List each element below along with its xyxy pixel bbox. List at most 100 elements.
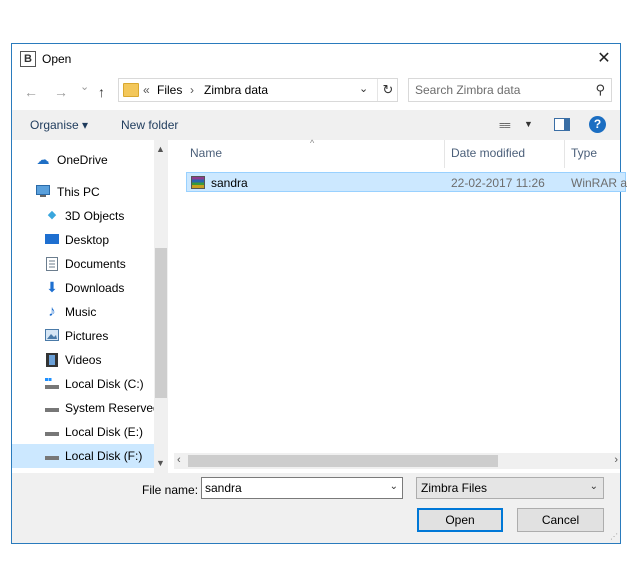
organise-button[interactable]: Organise ▾ xyxy=(30,118,88,132)
search-icon[interactable]: ⚲ xyxy=(595,82,605,98)
window-title: Open xyxy=(42,52,72,66)
system-drive-icon xyxy=(45,377,59,390)
chevron-down-icon[interactable]: ⌄ xyxy=(590,481,598,492)
column-header-type[interactable]: Type xyxy=(571,146,597,168)
scroll-left-icon[interactable]: ‹ xyxy=(177,454,181,466)
file-name-label: File name: xyxy=(142,483,199,497)
cloud-icon: ☁ xyxy=(36,152,50,167)
file-date-modified: 22-02-2017 11:26 xyxy=(451,176,545,190)
music-note-icon: ♪ xyxy=(48,303,56,320)
address-bar[interactable]: « Files › Zimbra data ⌄ ↻ xyxy=(118,78,398,102)
sidebar-item-label: Downloads xyxy=(65,281,125,295)
breadcrumb-files[interactable]: Files xyxy=(157,83,182,97)
sidebar-item-this-pc[interactable]: This PC xyxy=(12,180,154,204)
dialog-footer: File name: ⌄ Zimbra Files ⌄ Open Cancel … xyxy=(12,473,620,543)
address-dropdown-icon[interactable]: ⌄ xyxy=(359,82,368,95)
documents-icon xyxy=(45,257,59,271)
film-icon xyxy=(45,353,59,367)
app-icon: B xyxy=(20,51,36,67)
scroll-down-icon[interactable]: ▼ xyxy=(156,458,165,468)
command-bar: Organise ▾ New folder ≡≡ ▼ ? xyxy=(12,110,620,141)
search-box[interactable]: ⚲ xyxy=(408,78,612,102)
file-type-select[interactable]: Zimbra Files ⌄ xyxy=(416,477,604,499)
chevron-down-icon[interactable]: ⌄ xyxy=(390,481,398,492)
sidebar-item-onedrive[interactable]: ☁ OneDrive xyxy=(12,148,154,172)
column-divider[interactable] xyxy=(444,140,445,168)
refresh-icon[interactable]: ↻ xyxy=(377,79,398,101)
file-name: sandra xyxy=(211,176,248,190)
sidebar-item-local-disk-c[interactable]: Local Disk (C:) xyxy=(12,372,154,396)
sidebar-item-downloads[interactable]: ⬇ Downloads xyxy=(12,276,154,300)
sidebar-item-label: System Reserved xyxy=(65,401,160,415)
winrar-archive-icon xyxy=(191,176,205,189)
sidebar-item-label: This PC xyxy=(57,185,100,199)
sidebar-item-label: Local Disk (E:) xyxy=(65,425,144,439)
new-folder-button[interactable]: New folder xyxy=(121,118,178,132)
cube-icon: ◆ xyxy=(47,209,57,221)
scrollbar-thumb[interactable] xyxy=(188,455,498,467)
forward-arrow-icon[interactable]: → xyxy=(54,84,68,100)
drive-icon xyxy=(45,449,59,462)
drive-icon xyxy=(45,401,59,414)
computer-icon xyxy=(36,185,50,198)
pictures-icon xyxy=(45,329,59,342)
cancel-button[interactable]: Cancel xyxy=(517,508,604,532)
sidebar-item-label: Local Disk (C:) xyxy=(65,377,144,391)
up-arrow-icon[interactable]: ↑ xyxy=(98,84,105,100)
sidebar-item-pictures[interactable]: Pictures xyxy=(12,324,154,348)
scrollbar-thumb[interactable] xyxy=(155,248,167,398)
sidebar-item-label: Local Disk (F:) xyxy=(65,449,143,463)
sidebar-item-label: Videos xyxy=(65,353,102,367)
download-arrow-icon: ⬇ xyxy=(46,279,58,295)
sidebar-item-videos[interactable]: Videos xyxy=(12,348,154,372)
sidebar-item-label: Music xyxy=(65,305,97,319)
breadcrumb-zimbra-data[interactable]: Zimbra data xyxy=(204,83,268,97)
title-bar: B Open ✕ xyxy=(12,44,620,74)
sidebar-item-documents[interactable]: Documents xyxy=(12,252,154,276)
column-header-date-modified[interactable]: Date modified xyxy=(451,146,525,168)
scroll-up-icon[interactable]: ▲ xyxy=(156,144,165,154)
sidebar-item-music[interactable]: ♪ Music xyxy=(12,300,154,324)
sort-ascending-icon: ^ xyxy=(310,138,315,148)
browser-area: ☁ OneDrive This PC ◆ 3D Objects Desktop … xyxy=(12,138,627,473)
file-row-sandra[interactable]: sandra 22-02-2017 11:26 WinRAR archive xyxy=(186,172,627,192)
horizontal-scrollbar[interactable]: ‹ › xyxy=(174,453,620,469)
sidebar-item-label: Desktop xyxy=(65,233,110,247)
file-name-field[interactable] xyxy=(205,481,375,495)
sidebar-item-label: Documents xyxy=(65,257,126,271)
sidebar-item-local-disk-f[interactable]: Local Disk (F:) xyxy=(12,444,154,468)
view-options-dropdown-icon[interactable]: ▼ xyxy=(524,119,533,129)
scroll-right-icon[interactable]: › xyxy=(614,454,618,466)
preview-pane-icon[interactable] xyxy=(554,118,570,131)
drive-icon xyxy=(45,425,59,438)
sidebar-item-label: Pictures xyxy=(65,329,109,343)
folder-icon xyxy=(123,83,139,97)
column-header-name[interactable]: Name xyxy=(190,146,222,168)
help-icon[interactable]: ? xyxy=(589,116,606,133)
sidebar-item-desktop[interactable]: Desktop xyxy=(12,228,154,252)
address-overflow[interactable]: « xyxy=(143,83,150,97)
open-button[interactable]: Open xyxy=(417,508,503,532)
file-type-value: Zimbra Files xyxy=(421,481,488,495)
file-list-pane: ^ Name Date modified Type sandra 22-02-2… xyxy=(174,138,627,473)
recent-locations-icon[interactable]: ⌄ xyxy=(80,80,89,93)
sidebar-item-system-reserved[interactable]: System Reserved xyxy=(12,396,160,420)
column-divider[interactable] xyxy=(564,140,565,168)
search-input[interactable] xyxy=(415,82,585,98)
file-type: WinRAR archive xyxy=(571,176,627,190)
breadcrumb-separator[interactable]: › xyxy=(190,83,194,97)
sidebar-item-label: OneDrive xyxy=(57,153,108,167)
navigation-pane: ☁ OneDrive This PC ◆ 3D Objects Desktop … xyxy=(12,140,168,473)
navigation-scrollbar[interactable]: ▲ ▼ xyxy=(154,140,168,473)
open-dialog: B Open ✕ ← → ⌄ ↑ « Files › Zimbra data ⌄… xyxy=(11,43,627,544)
close-icon[interactable]: ✕ xyxy=(588,44,620,74)
back-arrow-icon[interactable]: ← xyxy=(24,84,38,100)
resize-grip-icon[interactable]: ⋰ xyxy=(610,532,618,541)
navigation-bar: ← → ⌄ ↑ « Files › Zimbra data ⌄ ↻ ⚲ xyxy=(12,74,620,110)
sidebar-item-local-disk-e[interactable]: Local Disk (E:) xyxy=(12,420,154,444)
file-name-combobox[interactable]: ⌄ xyxy=(201,477,403,499)
desktop-icon xyxy=(45,233,59,246)
sidebar-item-3d-objects[interactable]: ◆ 3D Objects xyxy=(12,204,154,228)
change-view-icon[interactable]: ≡≡ xyxy=(499,120,511,132)
sidebar-item-label: 3D Objects xyxy=(65,209,125,223)
